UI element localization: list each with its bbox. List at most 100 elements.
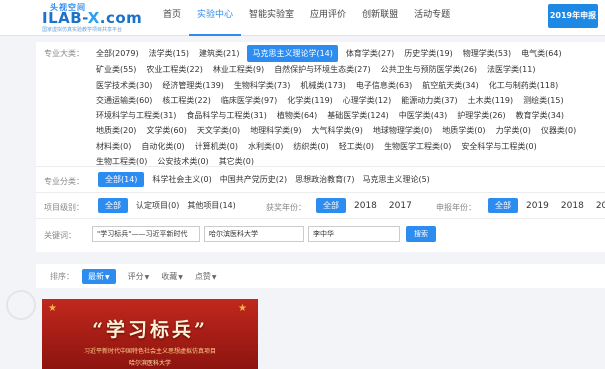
apply-year-options: 全部 2019 2018 20	[488, 198, 605, 213]
sort-latest[interactable]: 最新▼	[82, 268, 116, 284]
logo-subtitle: 国家虚拟仿真实验教学项目共享平台	[42, 27, 123, 33]
sub-option-marxist-theory[interactable]: 马克思主义理论(5)	[362, 174, 429, 185]
level-option-certified[interactable]: 认定项目(0)	[136, 200, 179, 211]
major-category-item[interactable]: 电气类(64)	[519, 46, 563, 61]
major-category-item[interactable]: 地理科学类(9)	[248, 123, 303, 138]
major-category-item[interactable]: 教育学类(34)	[514, 108, 566, 123]
apply-option-2019[interactable]: 2019	[526, 201, 549, 211]
major-category-item[interactable]: 自然保护与环境生态类(27)	[272, 62, 372, 77]
major-category-item[interactable]: 生物科学类(73)	[232, 78, 292, 93]
major-category-label: 专业大类：	[44, 49, 84, 58]
level-option-other[interactable]: 其他项目(14)	[187, 200, 235, 211]
site-logo[interactable]: 头视空间 ILAB-X.com 国家虚拟仿真实验教学项目共享平台	[42, 2, 157, 34]
major-category-item[interactable]: 安全科学与工程类(0)	[459, 139, 538, 154]
major-category-item[interactable]: 食品科学与工程类(31)	[184, 108, 268, 123]
major-category-list: 全部(2079) 法学类(15) 建筑类(21) 马克思主义理论学(14) 体育学类(2…	[94, 45, 605, 169]
major-category-item[interactable]: 化学类(119)	[285, 93, 335, 108]
sub-option-cpc-history[interactable]: 中国共产党历史(2)	[220, 174, 287, 185]
major-category-item[interactable]: 天文学类(0)	[195, 123, 242, 138]
major-category-item[interactable]: 公共卫生与预防医学类(26)	[379, 62, 479, 77]
award-option-2017[interactable]: 2017	[389, 201, 412, 211]
major-category-item[interactable]: 全部(2079)	[94, 46, 141, 61]
award-option-2018[interactable]: 2018	[354, 201, 377, 211]
sort-favorites[interactable]: 收藏▼	[161, 271, 183, 282]
major-category-item[interactable]: 医学技术类(30)	[94, 78, 154, 93]
nav-innovation-alliance[interactable]: 创新联盟	[354, 0, 406, 36]
apply-option-2017[interactable]: 20	[596, 201, 605, 211]
major-category-item[interactable]: 矿业类(55)	[94, 62, 138, 77]
major-category-item[interactable]: 地质类(20)	[94, 123, 138, 138]
nav-activity[interactable]: 活动专题	[406, 0, 458, 36]
project-level-options: 全部 认定项目(0) 其他项目(14)	[98, 198, 244, 213]
major-category-item[interactable]: 生物工程类(0)	[94, 154, 149, 169]
major-category-item[interactable]: 环境科学与工程类(31)	[94, 108, 178, 123]
logo-wordmark: ILAB-X.com	[42, 9, 143, 27]
major-category-item[interactable]: 交通运输类(60)	[94, 93, 154, 108]
major-category-item[interactable]: 核工程类(22)	[160, 93, 212, 108]
major-category-item[interactable]: 航空航天类(34)	[420, 78, 480, 93]
major-category-item[interactable]: 纺织类(0)	[291, 139, 330, 154]
apply-option-all[interactable]: 全部	[488, 198, 518, 213]
major-category-item[interactable]: 体育学类(27)	[344, 46, 396, 61]
sub-option-ideological-education[interactable]: 思想政治教育(7)	[295, 174, 354, 185]
major-category-item[interactable]: 物理学类(53)	[461, 46, 513, 61]
project-card-image[interactable]: ★ ★ “学习标兵” 习近平新时代中国特色社会主义思想虚拟仿真项目 哈尔滨医科大…	[42, 299, 258, 369]
major-category-item[interactable]: 机械类(173)	[298, 78, 348, 93]
award-year-label: 获奖年份：	[266, 203, 306, 212]
apply-option-2018[interactable]: 2018	[561, 201, 584, 211]
school-input[interactable]: 哈尔滨医科大学	[204, 226, 304, 242]
major-category-item[interactable]: 建筑类(21)	[197, 46, 241, 61]
major-category-item[interactable]: 植物类(64)	[275, 108, 319, 123]
chevron-down-icon: ▼	[178, 273, 183, 281]
major-category-item[interactable]: 中医学类(43)	[397, 108, 449, 123]
sort-rating[interactable]: 评分▼	[128, 271, 150, 282]
major-category-item[interactable]: 基础医学类(124)	[325, 108, 391, 123]
search-button[interactable]: 搜索	[406, 226, 436, 242]
major-category-item[interactable]: 地质学类(0)	[440, 123, 487, 138]
level-option-all[interactable]: 全部	[98, 198, 128, 213]
major-category-item[interactable]: 公安技术类(0)	[155, 154, 210, 169]
apply-year-label: 申报年份：	[436, 203, 476, 212]
major-category-item[interactable]: 电子信息类(63)	[354, 78, 414, 93]
nav-evaluation[interactable]: 应用评价	[302, 0, 354, 36]
major-category-item[interactable]: 地球物理学类(0)	[371, 123, 434, 138]
major-category-item[interactable]: 农业工程类(22)	[144, 62, 204, 77]
keyword-input[interactable]: "学习标兵"——习近平新时代	[92, 226, 200, 242]
major-category-item[interactable]: 自动化类(0)	[139, 139, 186, 154]
sub-option-all[interactable]: 全部(14)	[98, 172, 145, 187]
major-category-item[interactable]: 经济管理类(139)	[160, 78, 226, 93]
sort-likes[interactable]: 点赞▼	[195, 271, 217, 282]
major-category-item[interactable]: 马克思主义理论学(14)	[247, 45, 338, 63]
person-input[interactable]: 李中华	[308, 226, 400, 242]
sub-option-scientific-socialism[interactable]: 科学社会主义(0)	[152, 174, 211, 185]
nav-experiment-center[interactable]: 实验中心	[189, 0, 242, 36]
major-category-item[interactable]: 临床医学类(97)	[219, 93, 279, 108]
major-category-item[interactable]: 仪器类(0)	[539, 123, 578, 138]
sub-category-label: 专业分类：	[44, 177, 84, 186]
major-category-item[interactable]: 法医学类(11)	[485, 62, 537, 77]
major-category-item[interactable]: 文学类(60)	[144, 123, 188, 138]
major-category-item[interactable]: 法学类(15)	[147, 46, 191, 61]
award-option-all[interactable]: 全部	[316, 198, 346, 213]
major-category-item[interactable]: 历史学类(19)	[402, 46, 454, 61]
major-category-item[interactable]: 材料类(0)	[94, 139, 133, 154]
major-category-item[interactable]: 林业工程类(9)	[211, 62, 266, 77]
major-category-item[interactable]: 测绘类(15)	[521, 93, 565, 108]
nav-home[interactable]: 首页	[155, 0, 189, 36]
major-category-item[interactable]: 护理学类(26)	[455, 108, 507, 123]
major-category-item[interactable]: 水利类(0)	[246, 139, 285, 154]
major-category-item[interactable]: 轻工类(0)	[337, 139, 376, 154]
major-category-item[interactable]: 化工与制药类(118)	[487, 78, 561, 93]
major-category-item[interactable]: 能源动力类(37)	[399, 93, 459, 108]
major-category-item[interactable]: 心理学类(12)	[341, 93, 393, 108]
major-category-item[interactable]: 土木类(119)	[466, 93, 516, 108]
major-category-item[interactable]: 其它类(0)	[217, 154, 256, 169]
major-category-item[interactable]: 生物医学工程类(0)	[382, 139, 453, 154]
apply-2019-button[interactable]: 2019年申报	[548, 4, 598, 28]
nav-smart-lab[interactable]: 智能实验室	[241, 0, 302, 36]
keyword-label: 关键词：	[44, 231, 76, 240]
project-card-subtitle: 习近平新时代中国特色社会主义思想虚拟仿真项目	[83, 348, 216, 355]
major-category-item[interactable]: 力学类(0)	[494, 123, 533, 138]
major-category-item[interactable]: 计算机类(0)	[193, 139, 240, 154]
major-category-item[interactable]: 大气科学类(9)	[310, 123, 365, 138]
